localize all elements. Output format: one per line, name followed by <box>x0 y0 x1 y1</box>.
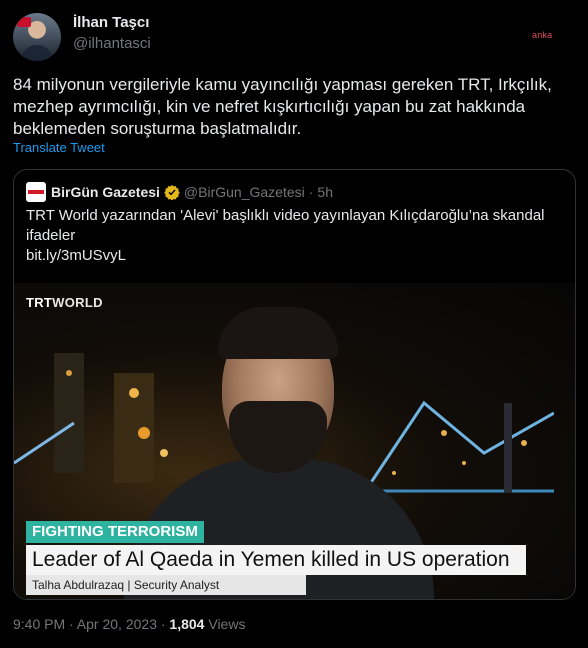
quote-text-block: TRT World yazarından 'Alevi' başlıklı vi… <box>26 206 561 266</box>
author-handle[interactable]: @ilhantasci <box>73 35 151 52</box>
translate-tweet-link[interactable]: Translate Tweet <box>13 140 105 155</box>
views-count: 1,804 <box>169 616 205 632</box>
quote-age: 5h <box>317 184 333 200</box>
dot-separator: · <box>308 184 314 200</box>
quote-link[interactable]: bit.ly/3mUSvyL <box>26 246 561 266</box>
quote-tweet-card[interactable]: BirGün Gazetesi @BirGun_Gazetesi · 5h TR… <box>13 169 576 600</box>
anka-watermark: anka <box>532 30 553 40</box>
quote-video-thumbnail[interactable]: TRTWORLD FIGHTING TERRORISM Leader of Al… <box>14 283 575 599</box>
flag-icon <box>17 17 31 27</box>
author-name[interactable]: İlhan Taşcı <box>73 14 149 31</box>
quote-author-handle: @BirGun_Gazetesi <box>183 184 305 200</box>
speaker-hair <box>218 307 338 359</box>
views-label: Views <box>208 616 246 632</box>
news-headline: Leader of Al Qaeda in Yemen killed in US… <box>26 545 526 575</box>
tweet-timestamp[interactable]: 9:40 PM · Apr 20, 2023 · <box>13 616 166 632</box>
tweet-text: 84 milyonun vergileriyle kamu yayıncılığ… <box>13 75 552 138</box>
segment-tag: FIGHTING TERRORISM <box>26 521 204 543</box>
quote-text: TRT World yazarından 'Alevi' başlıklı vi… <box>26 207 545 244</box>
city-bridge-background <box>364 400 554 494</box>
speaker-caption: Talha Abdulrazaq | Security Analyst <box>26 575 306 595</box>
verified-badge-icon <box>164 185 180 200</box>
author-avatar[interactable] <box>13 13 61 61</box>
quote-header: BirGün Gazetesi @BirGun_Gazetesi · 5h <box>26 182 333 202</box>
trt-world-logo: TRTWORLD <box>26 295 103 310</box>
birgun-logo-icon <box>26 182 46 202</box>
quote-author-name: BirGün Gazetesi <box>51 184 160 200</box>
news-lower-third: FIGHTING TERRORISM Leader of Al Qaeda in… <box>14 521 575 599</box>
tweet-meta: 9:40 PM · Apr 20, 2023 · 1,804 Views <box>13 616 245 632</box>
